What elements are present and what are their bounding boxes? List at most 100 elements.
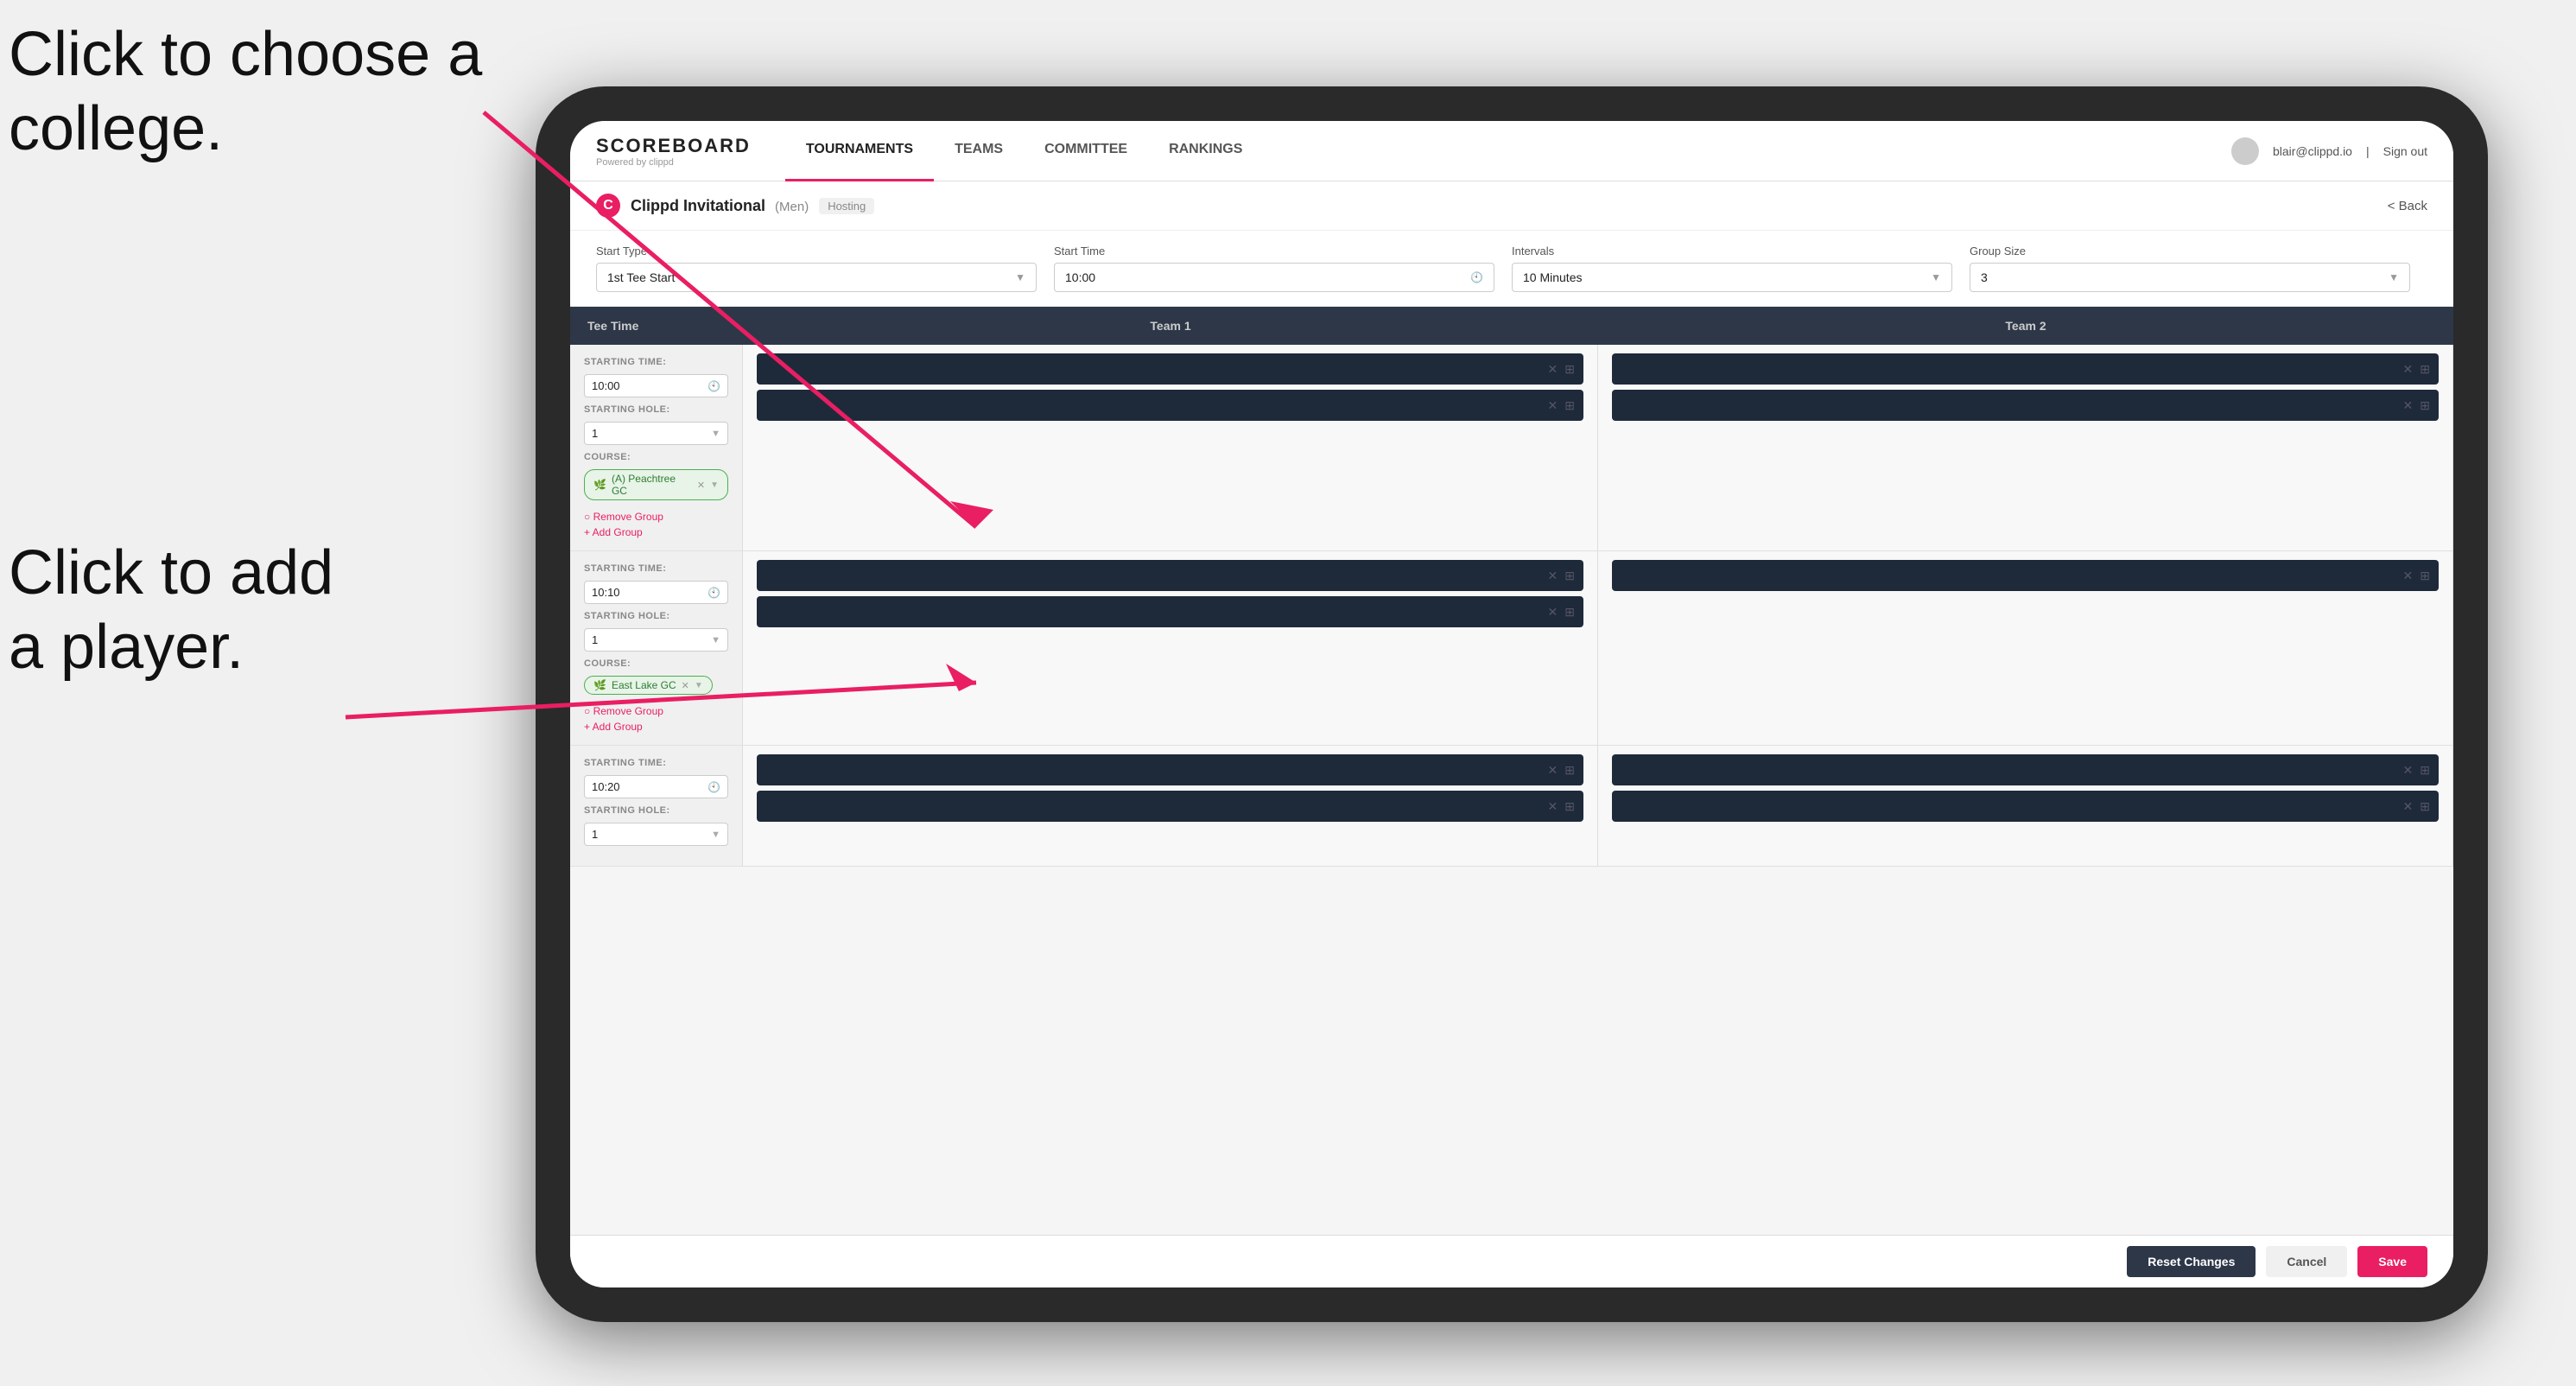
team2-cell-2: ✕ ⊞ [1598,551,2453,745]
header-team2: Team 2 [1598,307,2453,345]
reset-button[interactable]: Reset Changes [2127,1246,2256,1277]
start-type-select[interactable]: 1st Tee Start ▼ [596,263,1037,292]
player-slot-g3-2-2[interactable]: ✕ ⊞ [1612,791,2439,822]
group-actions-1: ○ Remove Group + Add Group [584,511,728,538]
expand-icon-t2-1[interactable]: ⊞ [2420,362,2430,377]
course-tag-1[interactable]: 🌿 (A) Peachtree GC ✕ ▼ [584,469,728,500]
nav-link-committee[interactable]: COMMITTEE [1024,121,1148,181]
nav-link-tournaments[interactable]: TOURNAMENTS [785,121,934,181]
player-slot-g2-1-1[interactable]: ✕ ⊞ [757,560,1583,591]
annotation-top: Click to choose acollege. [9,17,482,167]
expand-icon-g3-t2-1[interactable]: ⊞ [2420,763,2430,778]
group-left-2: STARTING TIME: 10:10 🕙 STARTING HOLE: 1 … [570,551,743,745]
expand-icon-g2-t2-1[interactable]: ⊞ [2420,569,2430,583]
starting-hole-select-3[interactable]: 1 ▼ [584,823,728,846]
annotation-bottom: Click to adda player. [9,536,333,685]
expand-icon-g2-1[interactable]: ⊞ [1564,569,1575,583]
player-slot-1-2[interactable]: ✕ ⊞ [757,390,1583,421]
starting-hole-select-1[interactable]: 1 ▼ [584,422,728,445]
clock-icon-3: 🕙 [707,781,720,793]
chevron-course-2: ▼ [695,681,703,690]
chevron-course-1: ▼ [710,480,719,490]
remove-icon-t2-2[interactable]: ✕ [2403,398,2414,413]
chevron-icon-2: ▼ [711,635,720,645]
page-title-row: C Clippd Invitational (Men) Hosting [596,194,874,218]
player-slot-2-1[interactable]: ✕ ⊞ [1612,353,2439,385]
team1-cell-3: ✕ ⊞ ✕ ⊞ [743,746,1598,866]
starting-hole-label-2: STARTING HOLE: [584,611,728,621]
remove-group-1[interactable]: ○ Remove Group [584,511,728,523]
add-group-1[interactable]: + Add Group [584,526,728,538]
remove-icon-g2-t2-1[interactable]: ✕ [2403,569,2414,583]
starting-time-input-3[interactable]: 10:20 🕙 [584,775,728,798]
navbar: SCOREBOARD Powered by clippd TOURNAMENTS… [570,121,2453,181]
group-size-label: Group Size [1970,245,2410,257]
player-slot-g2-1-2[interactable]: ✕ ⊞ [757,596,1583,627]
player-slot-g3-1-2[interactable]: ✕ ⊞ [757,791,1583,822]
start-time-input[interactable]: 10:00 🕙 [1054,263,1494,292]
nav-link-teams[interactable]: TEAMS [934,121,1024,181]
expand-icon-2[interactable]: ⊞ [1564,398,1575,413]
remove-icon-g2-2[interactable]: ✕ [1548,605,1558,620]
player-slot-2-2[interactable]: ✕ ⊞ [1612,390,2439,421]
cancel-button[interactable]: Cancel [2266,1246,2347,1277]
starting-hole-label-3: STARTING HOLE: [584,805,728,816]
remove-icon-g2-1[interactable]: ✕ [1548,569,1558,583]
starting-hole-select-2[interactable]: 1 ▼ [584,628,728,652]
logo-icon: C [596,194,620,218]
remove-icon-g3-t2-1[interactable]: ✕ [2403,763,2414,778]
course-label-1: COURSE: [584,452,728,462]
player-slot-g3-1-1[interactable]: ✕ ⊞ [757,754,1583,785]
remove-icon-g3-2[interactable]: ✕ [1548,799,1558,814]
player-slot-1-1[interactable]: ✕ ⊞ [757,353,1583,385]
course-label-2: COURSE: [584,658,728,669]
group-size-select[interactable]: 3 ▼ [1970,263,2410,292]
group-left-3: STARTING TIME: 10:20 🕙 STARTING HOLE: 1 … [570,746,743,866]
chevron-down-icon-group: ▼ [2389,271,2399,283]
add-group-2[interactable]: + Add Group [584,721,728,733]
brand-name: SCOREBOARD [596,135,751,157]
intervals-select[interactable]: 10 Minutes ▼ [1512,263,1952,292]
course-remove-icon-1[interactable]: ✕ [697,480,705,491]
group-left-1: STARTING TIME: 10:00 🕙 STARTING HOLE: 1 … [570,345,743,550]
expand-icon-t2-2[interactable]: ⊞ [2420,398,2430,413]
team1-cell-2: ✕ ⊞ ✕ ⊞ [743,551,1598,745]
expand-icon-g3-t2-2[interactable]: ⊞ [2420,799,2430,814]
start-type-label: Start Type [596,245,1037,257]
page-title: Clippd Invitational (Men) [631,197,809,215]
course-tag-2[interactable]: 🌿 East Lake GC ✕ ▼ [584,676,713,695]
expand-icon-g2-2[interactable]: ⊞ [1564,605,1575,620]
tablet-frame: SCOREBOARD Powered by clippd TOURNAMENTS… [536,86,2488,1322]
nav-links: TOURNAMENTS TEAMS COMMITTEE RANKINGS [785,121,2231,181]
player-slot-g2-2-1[interactable]: ✕ ⊞ [1612,560,2439,591]
remove-player-icon-2[interactable]: ✕ [1548,398,1558,413]
group-row-1: STARTING TIME: 10:00 🕙 STARTING HOLE: 1 … [570,345,2453,551]
remove-icon-t2-1[interactable]: ✕ [2403,362,2414,377]
remove-icon-g3-1[interactable]: ✕ [1548,763,1558,778]
table-header: Tee Time Team 1 Team 2 [570,307,2453,345]
start-type-group: Start Type 1st Tee Start ▼ [596,245,1054,292]
header-team1: Team 1 [743,307,1598,345]
expand-icon-g3-2[interactable]: ⊞ [1564,799,1575,814]
remove-group-2[interactable]: ○ Remove Group [584,705,728,717]
starting-time-input-1[interactable]: 10:00 🕙 [584,374,728,397]
back-button[interactable]: < Back [2388,199,2427,213]
clock-icon-2: 🕙 [707,587,720,599]
expand-icon[interactable]: ⊞ [1564,362,1575,377]
clock-icon-1: 🕙 [707,380,720,392]
sign-out-link[interactable]: Sign out [2383,144,2427,158]
nav-link-rankings[interactable]: RANKINGS [1148,121,1263,181]
team1-cell-1: ✕ ⊞ ✕ ⊞ [743,345,1598,550]
starting-time-input-2[interactable]: 10:10 🕙 [584,581,728,604]
chevron-icon-3: ▼ [711,830,720,840]
expand-icon-g3-1[interactable]: ⊞ [1564,763,1575,778]
chevron-icon-1: ▼ [711,429,720,439]
save-button[interactable]: Save [2357,1246,2427,1277]
intervals-group: Intervals 10 Minutes ▼ [1512,245,1970,292]
brand: SCOREBOARD Powered by clippd [596,135,751,168]
remove-player-icon[interactable]: ✕ [1548,362,1558,377]
course-remove-icon-2[interactable]: ✕ [682,680,689,691]
player-slot-g3-2-1[interactable]: ✕ ⊞ [1612,754,2439,785]
team2-cell-3: ✕ ⊞ ✕ ⊞ [1598,746,2453,866]
remove-icon-g3-t2-2[interactable]: ✕ [2403,799,2414,814]
